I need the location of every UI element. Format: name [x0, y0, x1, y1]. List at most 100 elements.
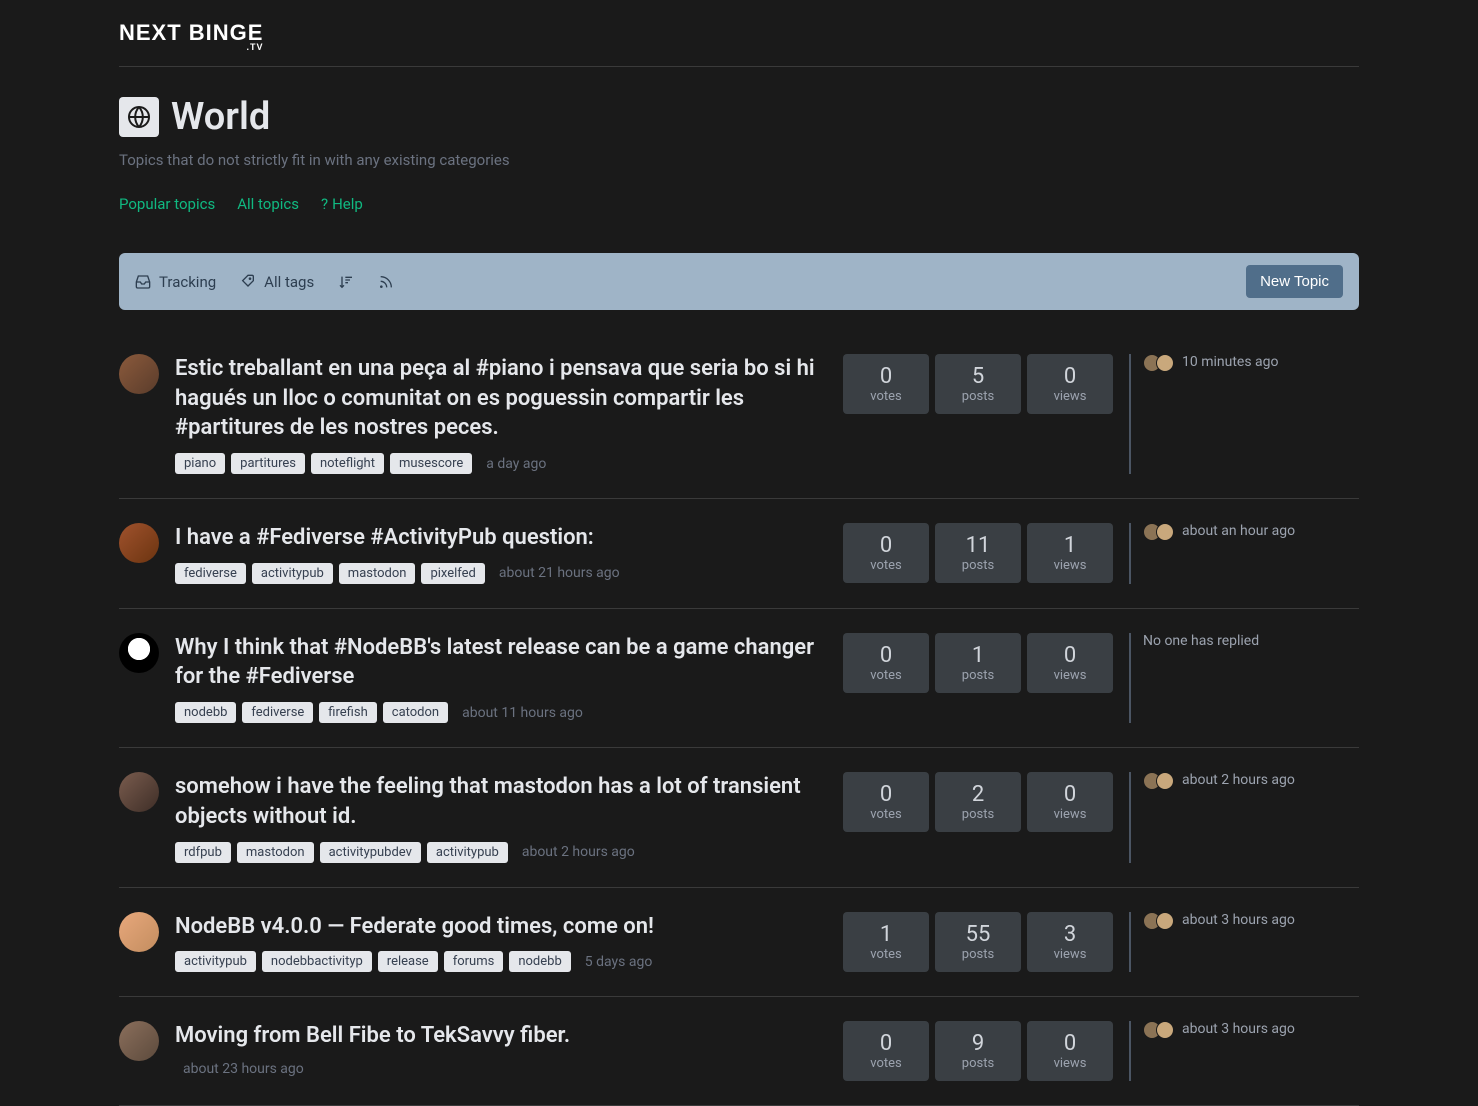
small-avatar[interactable] — [1156, 523, 1174, 541]
stat-label: views — [1027, 807, 1113, 822]
stat-label: views — [1027, 389, 1113, 404]
topic-main: Moving from Bell Fibe to TekSavvy fiber.… — [175, 1021, 827, 1081]
tag[interactable]: firefish — [319, 702, 376, 723]
rss-button[interactable] — [378, 274, 394, 290]
logo-sub: .TV — [246, 42, 263, 52]
stat-number: 3 — [1027, 922, 1113, 947]
stat-posts: 11posts — [935, 523, 1021, 583]
topic-title[interactable]: Moving from Bell Fibe to TekSavvy fiber. — [175, 1021, 827, 1051]
stat-label: posts — [935, 947, 1021, 962]
topic-time: a day ago — [486, 456, 546, 472]
tag[interactable]: nodebbactivityp — [262, 951, 372, 972]
stat-label: posts — [935, 1056, 1021, 1071]
avatar[interactable] — [119, 523, 159, 563]
stat-number: 11 — [935, 533, 1021, 558]
logo[interactable]: NEXT BINGE .TV — [119, 20, 263, 46]
reply-avatars — [1143, 1021, 1174, 1039]
tag[interactable]: activitypubdev — [320, 842, 421, 863]
stat-posts: 55posts — [935, 912, 1021, 972]
tag[interactable]: forums — [444, 951, 504, 972]
nav-help-label: Help — [332, 195, 363, 213]
tag[interactable]: release — [378, 951, 438, 972]
stat-posts: 5posts — [935, 354, 1021, 414]
topic-time: 5 days ago — [585, 954, 653, 970]
avatar[interactable] — [119, 354, 159, 394]
stat-views: 1views — [1027, 523, 1113, 583]
topic-stats: 1votes55posts3views — [843, 912, 1113, 973]
reply-time: about an hour ago — [1182, 523, 1295, 539]
last-reply[interactable]: about 3 hours ago — [1129, 912, 1359, 973]
sort-button[interactable] — [338, 274, 354, 290]
tag[interactable]: noteflight — [311, 453, 384, 474]
small-avatar[interactable] — [1156, 1021, 1174, 1039]
stat-number: 0 — [1027, 643, 1113, 668]
topic-title[interactable]: NodeBB v4.0.0 — Federate good times, com… — [175, 912, 827, 942]
last-reply[interactable]: No one has replied — [1129, 633, 1359, 723]
topic-title[interactable]: Estic treballant en una peça al #piano i… — [175, 354, 827, 443]
stat-votes: 0votes — [843, 772, 929, 832]
nav-popular-topics[interactable]: Popular topics — [119, 195, 215, 213]
last-reply[interactable]: 10 minutes ago — [1129, 354, 1359, 474]
avatar[interactable] — [119, 633, 159, 673]
small-avatar[interactable] — [1156, 912, 1174, 930]
avatar[interactable] — [119, 772, 159, 812]
stat-views: 0views — [1027, 354, 1113, 414]
topic-main: Why I think that #NodeBB's latest releas… — [175, 633, 827, 723]
stat-votes: 0votes — [843, 354, 929, 414]
last-reply[interactable]: about an hour ago — [1129, 523, 1359, 584]
small-avatar[interactable] — [1156, 772, 1174, 790]
topic-meta: about 23 hours ago — [175, 1061, 827, 1077]
tag[interactable]: pixelfed — [421, 563, 484, 584]
stat-label: votes — [843, 1056, 929, 1071]
tag[interactable]: activitypub — [427, 842, 508, 863]
stat-label: views — [1027, 1056, 1113, 1071]
last-reply[interactable]: about 3 hours ago — [1129, 1021, 1359, 1081]
topic-time: about 21 hours ago — [499, 565, 620, 581]
tag[interactable]: rdfpub — [175, 842, 231, 863]
tag[interactable]: partitures — [231, 453, 305, 474]
tag[interactable]: mastodon — [339, 563, 416, 584]
tag[interactable]: nodebb — [509, 951, 570, 972]
small-avatar[interactable] — [1156, 354, 1174, 372]
all-tags-button[interactable]: All tags — [240, 273, 314, 291]
reply-time: about 3 hours ago — [1182, 1021, 1295, 1037]
tag[interactable]: musescore — [390, 453, 472, 474]
topic-time: about 23 hours ago — [183, 1061, 304, 1077]
new-topic-button[interactable]: New Topic — [1246, 265, 1343, 298]
topic-row: Estic treballant en una peça al #piano i… — [119, 330, 1359, 499]
avatar[interactable] — [119, 912, 159, 952]
stat-label: views — [1027, 668, 1113, 683]
tag[interactable]: mastodon — [237, 842, 314, 863]
topic-title[interactable]: I have a #Fediverse #ActivityPub questio… — [175, 523, 827, 553]
header: NEXT BINGE .TV — [119, 0, 1359, 67]
nav-all-topics[interactable]: All topics — [237, 195, 299, 213]
page-title: World — [171, 95, 270, 139]
stat-number: 0 — [843, 782, 929, 807]
tag[interactable]: nodebb — [175, 702, 236, 723]
all-tags-label: All tags — [264, 273, 314, 291]
stat-number: 0 — [1027, 782, 1113, 807]
tag[interactable]: fediverse — [175, 563, 246, 584]
topic-title[interactable]: somehow i have the feeling that mastodon… — [175, 772, 827, 831]
avatar[interactable] — [119, 1021, 159, 1061]
tag[interactable]: piano — [175, 453, 225, 474]
stat-label: votes — [843, 947, 929, 962]
stat-views: 0views — [1027, 633, 1113, 693]
topic-row: Moving from Bell Fibe to TekSavvy fiber.… — [119, 997, 1359, 1106]
page-title-row: World — [119, 95, 1359, 139]
reply-avatars — [1143, 354, 1174, 372]
tracking-button[interactable]: Tracking — [135, 273, 216, 291]
reply-avatars — [1143, 912, 1174, 930]
tag[interactable]: activitypub — [175, 951, 256, 972]
tag[interactable]: fediverse — [242, 702, 313, 723]
topic-title[interactable]: Why I think that #NodeBB's latest releas… — [175, 633, 827, 692]
topic-stats: 0votes9posts0views — [843, 1021, 1113, 1081]
topic-meta: rdfpubmastodonactivitypubdevactivitypuba… — [175, 842, 827, 863]
stat-label: posts — [935, 807, 1021, 822]
nav-help[interactable]: ? Help — [321, 195, 363, 213]
stat-label: votes — [843, 668, 929, 683]
last-reply[interactable]: about 2 hours ago — [1129, 772, 1359, 862]
tag[interactable]: activitypub — [252, 563, 333, 584]
stat-views: 0views — [1027, 1021, 1113, 1081]
tag[interactable]: catodon — [383, 702, 448, 723]
